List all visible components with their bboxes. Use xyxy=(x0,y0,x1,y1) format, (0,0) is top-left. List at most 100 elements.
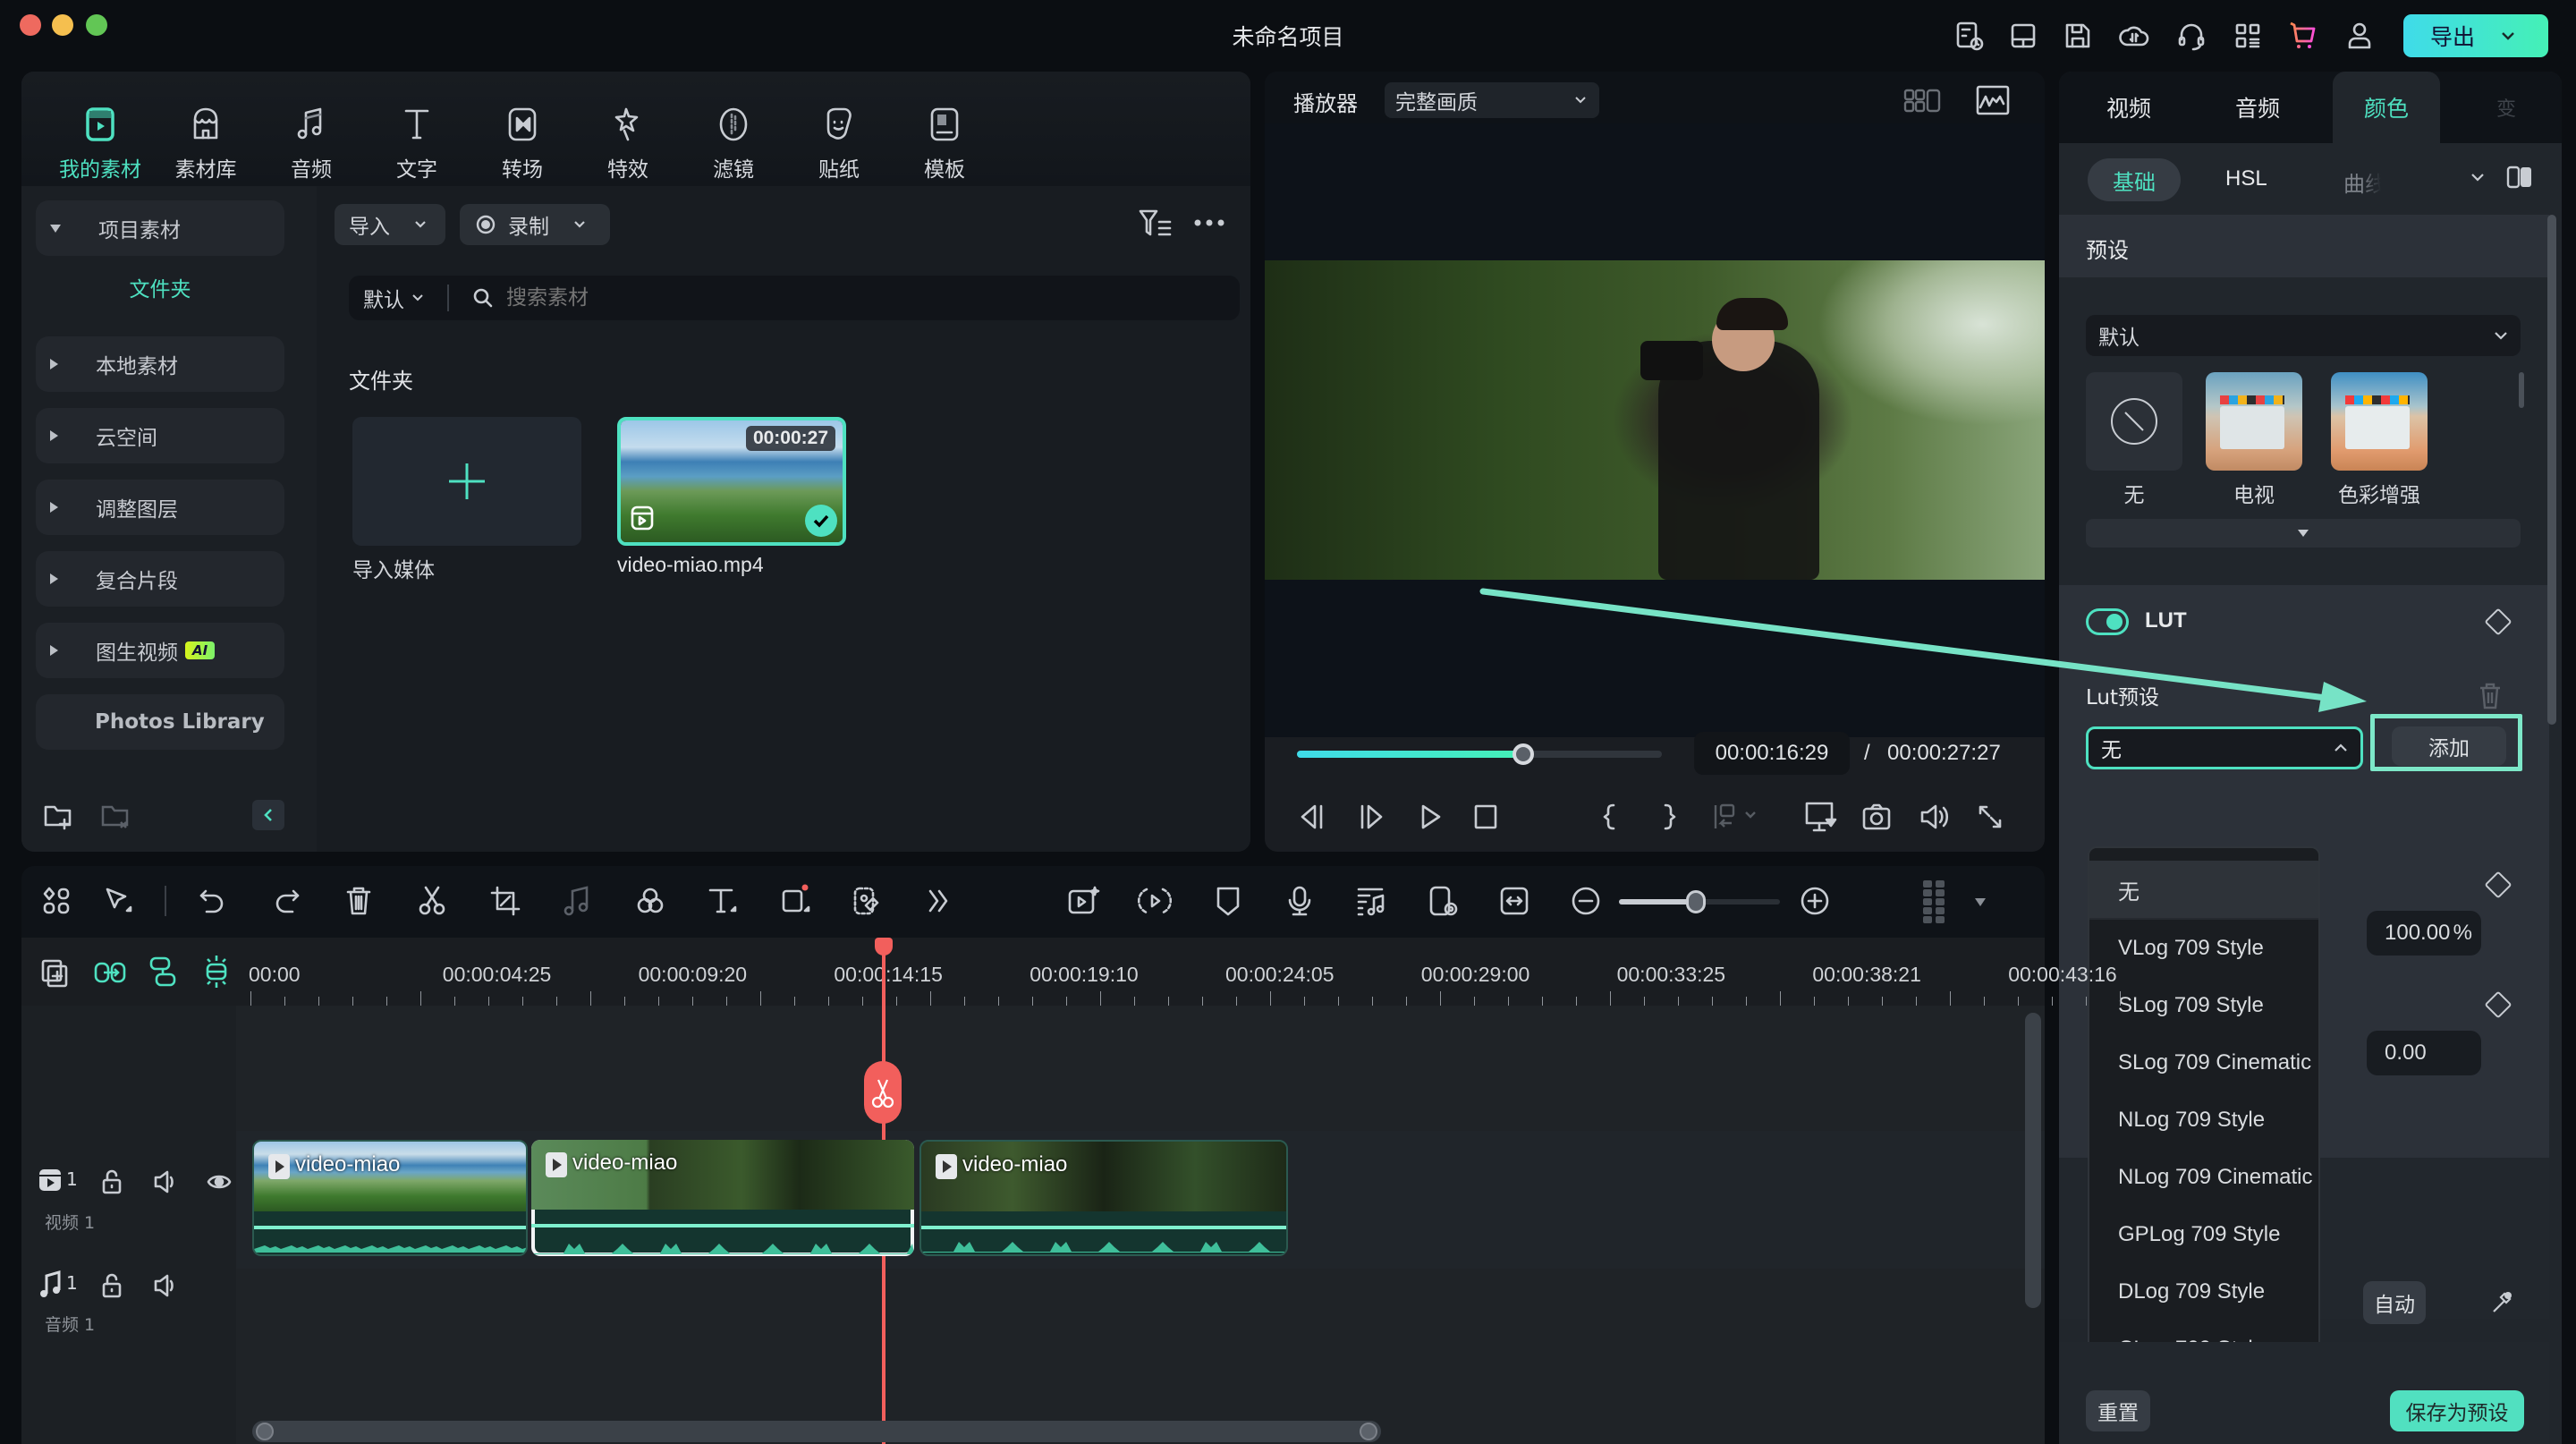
sidebar-item-photos-library[interactable]: Photos Library xyxy=(36,694,284,750)
mask-shape-icon[interactable] xyxy=(778,884,812,918)
sidebar-item-adjustment-layer[interactable]: 调整图层 xyxy=(36,480,284,535)
import-media-tile[interactable] xyxy=(352,417,581,546)
grid-view-icon[interactable] xyxy=(1903,88,1943,115)
ai-video-enhance-icon[interactable] xyxy=(1066,884,1100,918)
lut-value-input[interactable]: 0.00 xyxy=(2367,1031,2481,1075)
track-layout-icon[interactable] xyxy=(1921,879,1948,925)
lut-option[interactable]: GPLog 709 Style xyxy=(2089,1206,2318,1263)
scope-waveform-icon[interactable] xyxy=(1975,84,2011,116)
track-volume-icon[interactable] xyxy=(152,1272,181,1299)
track-layout-dropdown-icon[interactable] xyxy=(1975,898,1986,906)
split-at-playhead-button[interactable] xyxy=(864,1061,902,1124)
tab-speed-partial[interactable]: 变 xyxy=(2479,72,2533,143)
clip-volume-line[interactable] xyxy=(531,1224,914,1227)
user-icon[interactable] xyxy=(2343,20,2376,52)
speed-ramp-icon[interactable] xyxy=(1138,884,1172,918)
fit-timeline-icon[interactable] xyxy=(1497,884,1531,918)
subtab-hsl[interactable]: HSL xyxy=(2225,166,2267,191)
subtab-curves[interactable]: 曲线 xyxy=(2343,166,2381,198)
timeline-clip[interactable]: video-miao xyxy=(531,1140,914,1256)
collapse-sidebar-button[interactable] xyxy=(252,800,284,830)
expand-presets-button[interactable] xyxy=(2086,519,2521,548)
preset-color-enhance-tile[interactable] xyxy=(2331,372,2428,471)
chevron-down-icon[interactable] xyxy=(2470,172,2485,183)
chevron-down-icon[interactable] xyxy=(2500,30,2516,41)
tab-my-media[interactable]: 我的素材 xyxy=(50,104,150,183)
sort-dropdown[interactable]: 默认 xyxy=(349,283,424,313)
next-frame-icon[interactable] xyxy=(1356,802,1386,832)
auto-beat-music-icon[interactable] xyxy=(1354,884,1388,918)
layout-icon[interactable] xyxy=(2007,20,2039,52)
task-list-clock-icon[interactable] xyxy=(1953,20,1986,52)
sidebar-item-compound-clip[interactable]: 复合片段 xyxy=(36,551,284,607)
import-dropdown[interactable]: 导入 xyxy=(335,204,445,245)
subtab-basic[interactable]: 基础 xyxy=(2088,158,2181,201)
marker-shield-icon[interactable] xyxy=(1211,884,1245,918)
scrollbar-handle-left[interactable] xyxy=(256,1423,274,1440)
play-icon[interactable] xyxy=(1415,802,1445,832)
lut-option[interactable]: NLog 709 Cinematic xyxy=(2089,1149,2318,1206)
clip-volume-line[interactable] xyxy=(254,1226,526,1229)
volume-icon[interactable] xyxy=(1918,802,1950,832)
prev-frame-icon[interactable] xyxy=(1297,802,1327,832)
tab-stickers[interactable]: 贴纸 xyxy=(789,104,889,183)
snap-magnet-icon[interactable] xyxy=(200,954,233,990)
insert-clip-icon[interactable] xyxy=(1712,802,1766,832)
lock-icon[interactable] xyxy=(100,1272,123,1299)
tab-filters[interactable]: 滤镜 xyxy=(683,104,784,183)
media-file-thumbnail[interactable]: 00:00:27 xyxy=(617,417,846,546)
auto-button[interactable]: 自动 xyxy=(2363,1281,2426,1324)
track-volume-icon[interactable] xyxy=(152,1168,181,1195)
headset-support-icon[interactable] xyxy=(2175,20,2207,52)
grid-apps-icon[interactable] xyxy=(2232,20,2264,52)
lut-preset-dropdown[interactable]: 无 xyxy=(2086,726,2363,769)
quality-dropdown[interactable]: 完整画质 xyxy=(1385,82,1599,118)
lut-option[interactable]: NLog 709 Style xyxy=(2089,1091,2318,1149)
fullscreen-icon[interactable] xyxy=(1975,802,2005,832)
display-settings-icon[interactable] xyxy=(1803,800,1839,834)
scrollbar-handle-right[interactable] xyxy=(1360,1423,1377,1440)
export-button[interactable]: 导出 xyxy=(2403,14,2548,57)
stop-icon[interactable] xyxy=(1470,802,1501,832)
lut-option[interactable]: DLog 709 Style xyxy=(2089,1263,2318,1321)
mark-in-icon[interactable] xyxy=(1597,802,1623,832)
preset-tv-tile[interactable] xyxy=(2206,372,2302,471)
video-preview[interactable] xyxy=(1265,123,2045,737)
timeline-zoom-slider[interactable] xyxy=(1619,890,1780,913)
select-cursor-icon[interactable] xyxy=(102,884,136,918)
sidebar-item-project-media[interactable]: 项目素材 xyxy=(36,200,284,256)
visibility-eye-icon[interactable] xyxy=(206,1170,233,1193)
timeline-vertical-scrollbar[interactable] xyxy=(2025,1013,2041,1308)
crop-icon[interactable] xyxy=(488,884,522,918)
timeline-horizontal-scrollbar[interactable] xyxy=(252,1421,1381,1442)
zoom-slider-handle[interactable] xyxy=(1686,890,1707,913)
tab-text[interactable]: 文字 xyxy=(367,104,467,183)
add-track-icon[interactable] xyxy=(39,957,70,988)
tab-effects[interactable]: 特效 xyxy=(578,104,678,183)
sidebar-item-local-media[interactable]: 本地素材 xyxy=(36,336,284,392)
preset-dropdown[interactable]: 默认 xyxy=(2086,315,2521,356)
tab-video[interactable]: 视频 xyxy=(2064,72,2193,143)
keyframe-diamond-icon[interactable] xyxy=(2484,607,2512,636)
delete-icon[interactable] xyxy=(342,884,376,918)
timeline-clip[interactable]: video-miao xyxy=(252,1140,528,1256)
delete-folder-icon[interactable] xyxy=(100,803,131,830)
trash-icon[interactable] xyxy=(2478,682,2503,710)
color-match-icon[interactable] xyxy=(633,884,667,918)
compare-split-icon[interactable] xyxy=(2506,165,2533,190)
save-icon[interactable] xyxy=(2062,20,2094,52)
auto-reframe-icon[interactable] xyxy=(1426,884,1460,918)
microphone-icon[interactable] xyxy=(1283,884,1317,918)
scrubber-handle[interactable] xyxy=(1512,743,1534,765)
split-scissors-icon[interactable] xyxy=(415,884,449,918)
playhead-handle[interactable] xyxy=(875,938,893,956)
tab-stock-library[interactable]: 素材库 xyxy=(156,104,256,183)
sidebar-item-cloud[interactable]: 云空间 xyxy=(36,408,284,463)
timeline-clip[interactable]: video-miao xyxy=(919,1140,1288,1256)
lut-option[interactable]: VLog 709 Style xyxy=(2089,920,2318,977)
eyedropper-icon[interactable] xyxy=(2488,1288,2515,1315)
new-folder-icon[interactable] xyxy=(43,803,73,830)
more-options-icon[interactable] xyxy=(1193,218,1225,227)
cloud-sync-icon[interactable] xyxy=(2118,20,2150,52)
more-tools-icon[interactable] xyxy=(921,884,955,918)
